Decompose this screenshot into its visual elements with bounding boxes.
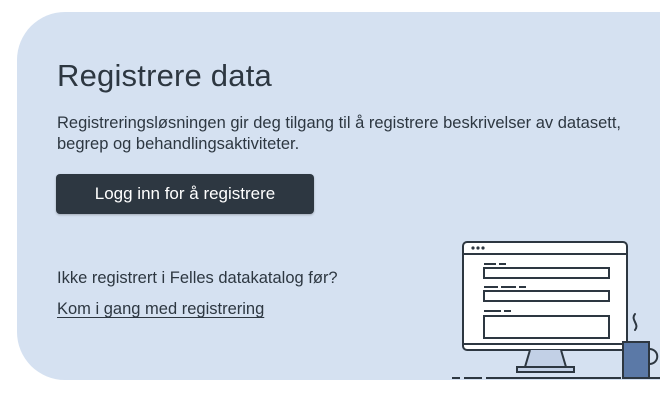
computer-illustration-icon <box>452 241 660 379</box>
description-text: Registreringsløsningen gir deg tilgang t… <box>57 114 622 153</box>
not-registered-question: Ikke registrert i Felles datakatalog før… <box>57 269 338 287</box>
get-started-link[interactable]: Kom i gang med registrering <box>57 300 264 319</box>
login-button[interactable]: Logg inn for å registrere <box>56 174 314 214</box>
page-title: Registrere data <box>57 58 272 93</box>
